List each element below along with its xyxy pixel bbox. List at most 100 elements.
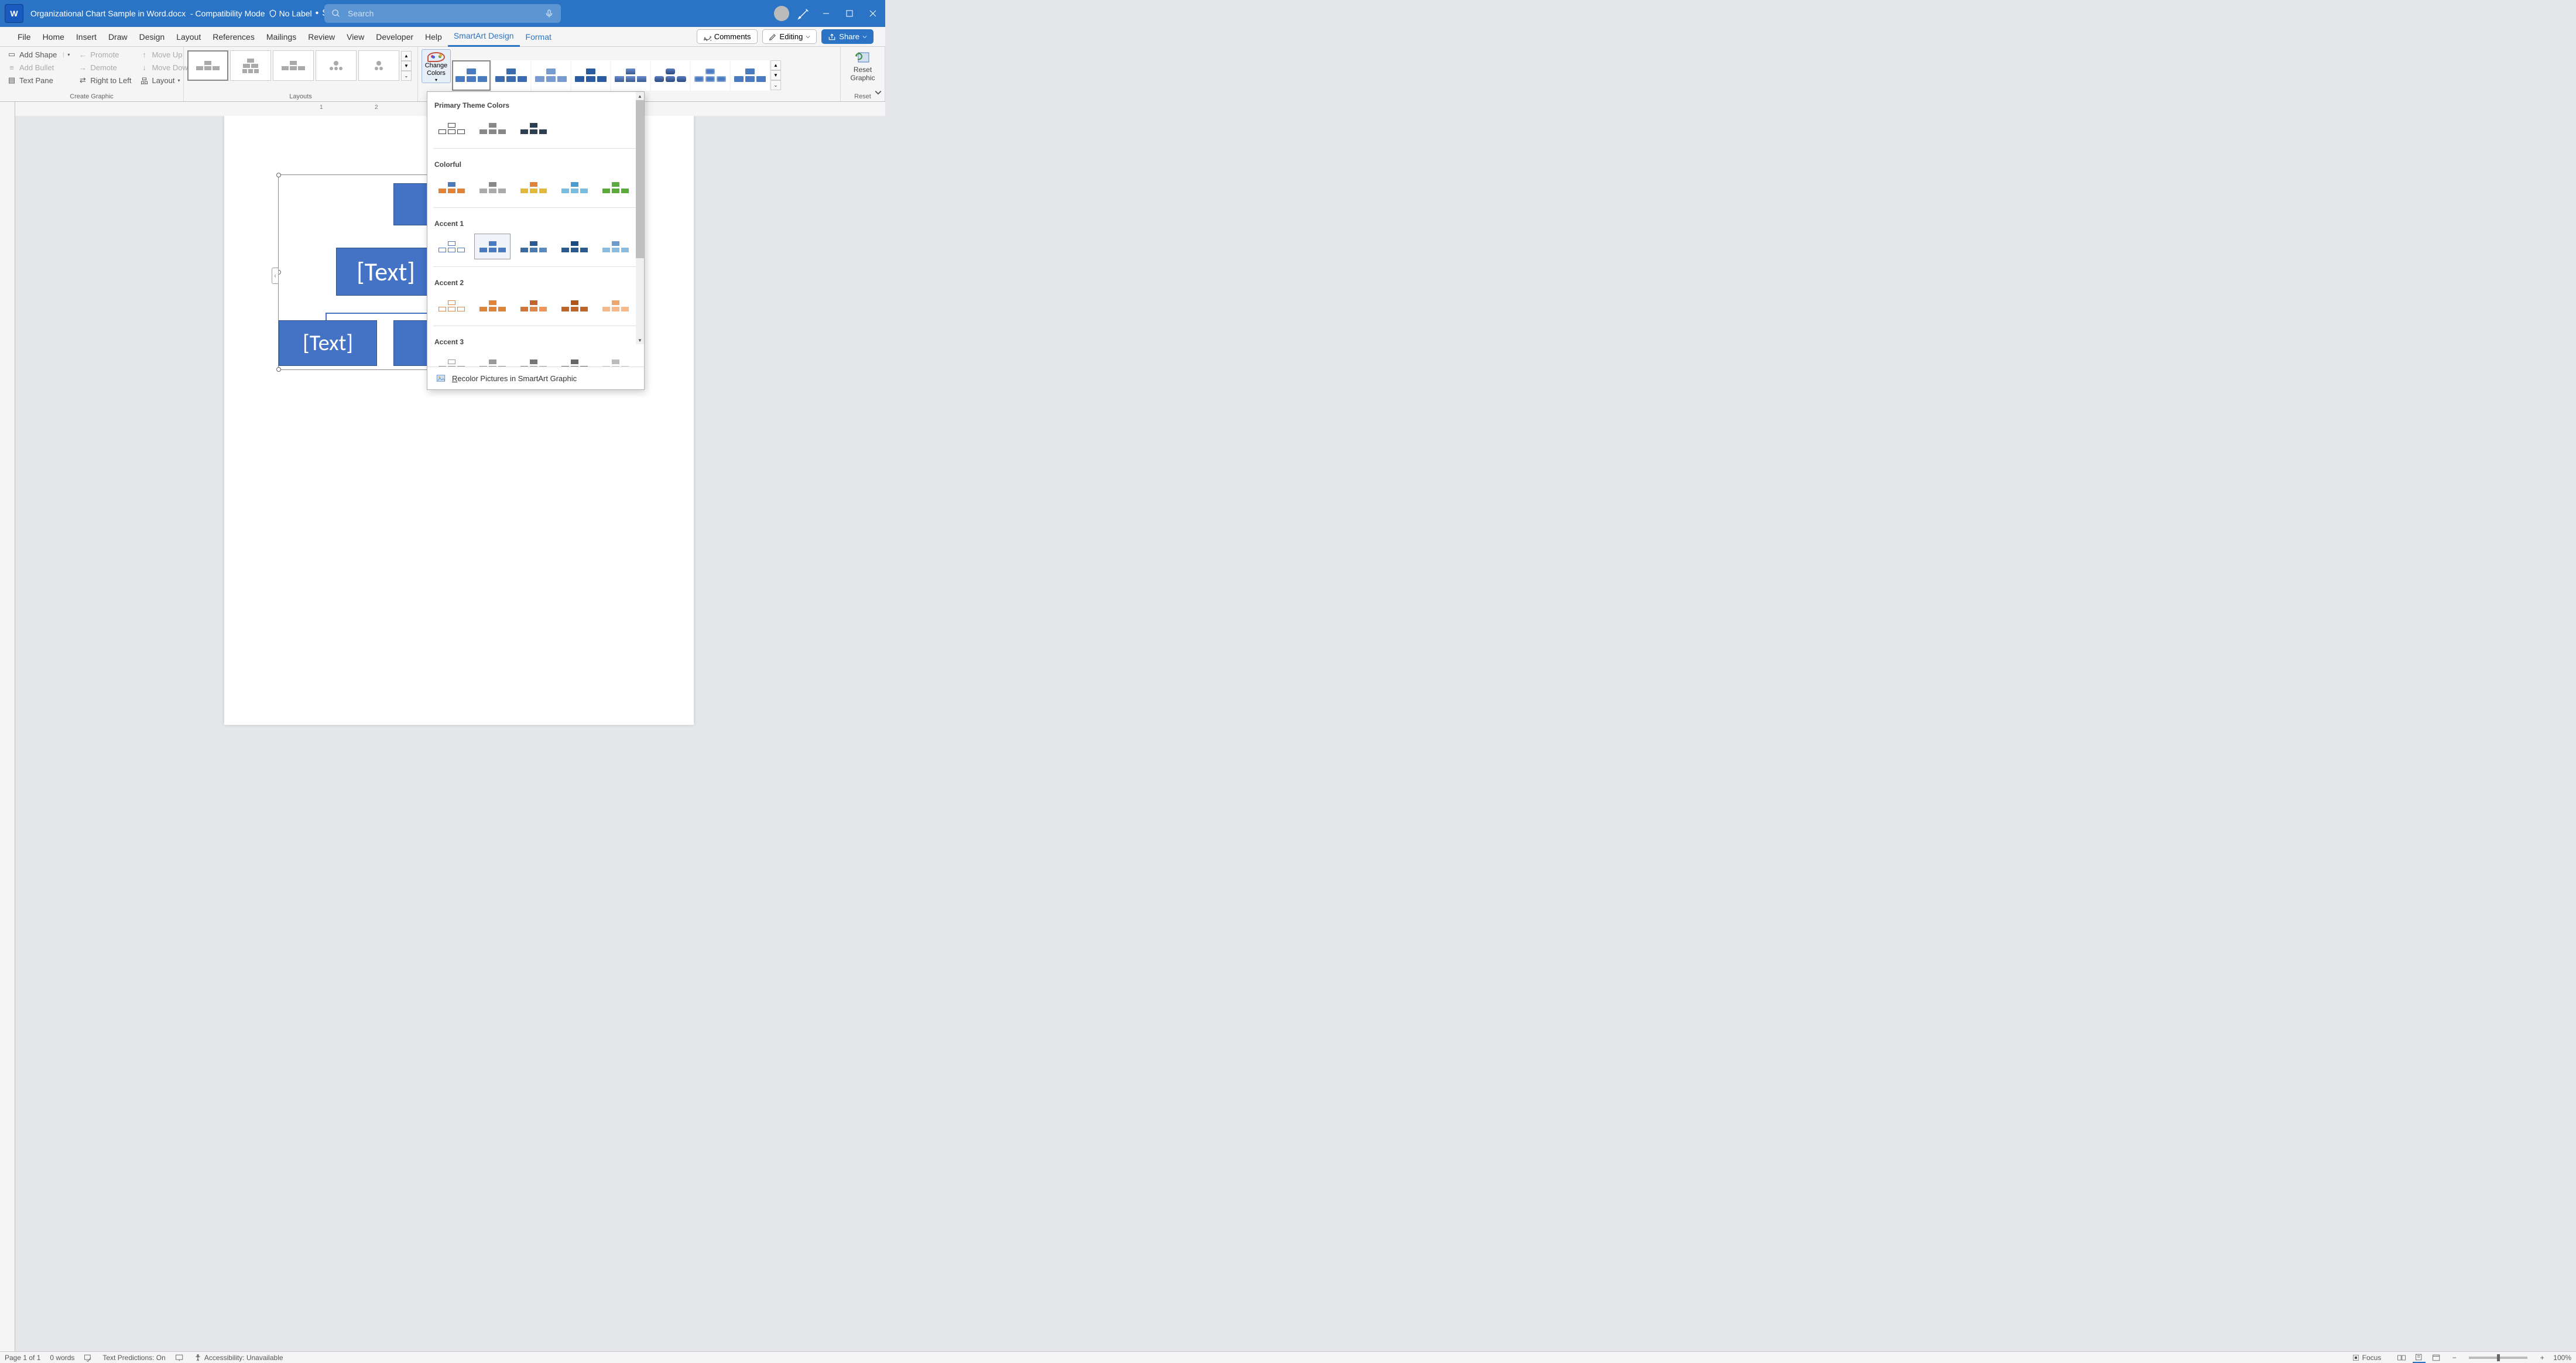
maximize-button[interactable] (842, 6, 857, 21)
color-option[interactable] (433, 234, 470, 259)
tab-smartart-design[interactable]: SmartArt Design (448, 27, 520, 47)
zoom-slider-knob[interactable] (2497, 1354, 2500, 1361)
layout-option-4[interactable] (316, 50, 357, 81)
scroll-more-button[interactable]: ⌄ (401, 71, 412, 81)
user-avatar[interactable] (774, 6, 789, 21)
style-option-3[interactable] (532, 60, 570, 91)
share-button[interactable]: Share (821, 29, 873, 44)
spellcheck-icon[interactable] (84, 1354, 93, 1362)
ruler-vertical[interactable] (0, 116, 15, 1351)
style-option-4[interactable] (571, 60, 610, 91)
color-option[interactable] (597, 174, 633, 200)
tab-format[interactable]: Format (520, 27, 557, 47)
search-input[interactable] (324, 4, 561, 23)
color-option[interactable] (474, 293, 511, 319)
minimize-button[interactable] (818, 6, 834, 21)
color-option[interactable] (556, 352, 592, 367)
scrollbar-thumb[interactable] (636, 100, 644, 258)
print-layout-button[interactable] (2413, 1352, 2426, 1363)
scroll-up-icon[interactable]: ▲ (636, 92, 644, 100)
add-shape-button[interactable]: ▭Add Shape ▾ (4, 48, 73, 61)
layout-option-5[interactable] (358, 50, 399, 81)
color-option[interactable] (597, 352, 633, 367)
color-option[interactable] (433, 352, 470, 367)
tab-design[interactable]: Design (133, 27, 171, 47)
tab-layout[interactable]: Layout (170, 27, 207, 47)
style-option-7[interactable] (691, 60, 729, 91)
style-option-8[interactable] (731, 60, 769, 91)
reset-graphic-button[interactable]: Reset Graphic (844, 48, 881, 85)
scroll-more-button[interactable]: ⌄ (770, 80, 781, 90)
style-option-2[interactable] (492, 60, 530, 91)
resize-handle-tl[interactable] (276, 173, 281, 177)
color-option[interactable] (556, 234, 592, 259)
style-option-6[interactable] (651, 60, 690, 91)
color-option[interactable] (515, 293, 551, 319)
color-option[interactable] (515, 234, 551, 259)
focus-mode[interactable]: Focus (2352, 1354, 2382, 1362)
resize-handle-bl[interactable] (276, 367, 281, 372)
zoom-out-button[interactable]: − (2448, 1352, 2461, 1363)
editing-mode-button[interactable]: Editing (762, 29, 817, 44)
tab-review[interactable]: Review (302, 27, 341, 47)
page-scroll[interactable]: ‹ [Te [Text] [Text] [Te (15, 116, 2576, 1351)
close-button[interactable] (865, 6, 881, 21)
text-predictions[interactable]: Text Predictions: On (102, 1354, 165, 1362)
tab-developer[interactable]: Developer (370, 27, 419, 47)
display-settings-icon[interactable] (175, 1354, 184, 1362)
color-option[interactable] (474, 352, 511, 367)
collapse-ribbon-button[interactable] (875, 88, 882, 99)
right-to-left-button[interactable]: ⇄Right to Left (74, 74, 135, 87)
scroll-down-icon[interactable]: ▼ (636, 336, 644, 344)
smartart-box-assistant[interactable]: [Text] (336, 248, 436, 296)
design-ideas-icon[interactable] (797, 7, 810, 20)
scroll-up-button[interactable]: ▲ (401, 51, 412, 61)
tab-insert[interactable]: Insert (70, 27, 102, 47)
layout-option-2[interactable] (230, 50, 271, 81)
layout-option-1[interactable] (187, 50, 228, 81)
zoom-slider[interactable] (2469, 1357, 2527, 1359)
style-option-1[interactable] (452, 60, 491, 91)
color-option[interactable] (515, 352, 551, 367)
comments-button[interactable]: Comments (697, 29, 758, 44)
chevron-down-icon[interactable]: ▾ (63, 52, 70, 57)
change-colors-button[interactable]: Change Colors ▾ (422, 49, 451, 83)
document-title[interactable]: Organizational Chart Sample in Word.docx (30, 9, 186, 18)
tab-help[interactable]: Help (419, 27, 448, 47)
tab-home[interactable]: Home (37, 27, 70, 47)
color-option[interactable] (515, 174, 551, 200)
tab-draw[interactable]: Draw (102, 27, 133, 47)
read-mode-button[interactable] (2395, 1352, 2408, 1363)
color-option[interactable] (433, 293, 470, 319)
recolor-pictures-button[interactable]: RRecolor Pictures in SmartArt Graphiceco… (427, 367, 644, 389)
tab-view[interactable]: View (341, 27, 370, 47)
color-option[interactable] (474, 115, 511, 141)
zoom-level[interactable]: 100% (2553, 1354, 2571, 1362)
zoom-in-button[interactable]: + (2536, 1352, 2548, 1363)
layout-option-3[interactable] (273, 50, 314, 81)
color-option[interactable] (556, 174, 592, 200)
color-option[interactable] (515, 115, 551, 141)
color-option[interactable] (433, 115, 470, 141)
color-option[interactable] (556, 293, 592, 319)
scroll-down-button[interactable]: ▼ (770, 70, 781, 80)
smartart-box-child-1[interactable]: [Text] (279, 320, 377, 366)
popup-scrollbar[interactable]: ▲ ▼ (636, 92, 644, 344)
tab-file[interactable]: File (12, 27, 37, 47)
text-pane-toggle[interactable]: ‹ (272, 268, 279, 284)
tab-references[interactable]: References (207, 27, 261, 47)
scroll-down-button[interactable]: ▼ (401, 61, 412, 71)
color-option-selected[interactable] (474, 234, 511, 259)
color-option[interactable] (597, 293, 633, 319)
word-count[interactable]: 0 words (50, 1354, 74, 1362)
style-option-5[interactable] (611, 60, 650, 91)
tab-mailings[interactable]: Mailings (261, 27, 302, 47)
page-count[interactable]: Page 1 of 1 (5, 1354, 40, 1362)
text-pane-button[interactable]: ▤Text Pane (4, 74, 73, 87)
accessibility-status[interactable]: Accessibility: Unavailable (194, 1354, 283, 1362)
color-option[interactable] (474, 174, 511, 200)
color-option[interactable] (597, 234, 633, 259)
sensitivity-label[interactable]: No Label (269, 9, 312, 18)
color-option[interactable] (433, 174, 470, 200)
microphone-icon[interactable] (544, 9, 554, 18)
